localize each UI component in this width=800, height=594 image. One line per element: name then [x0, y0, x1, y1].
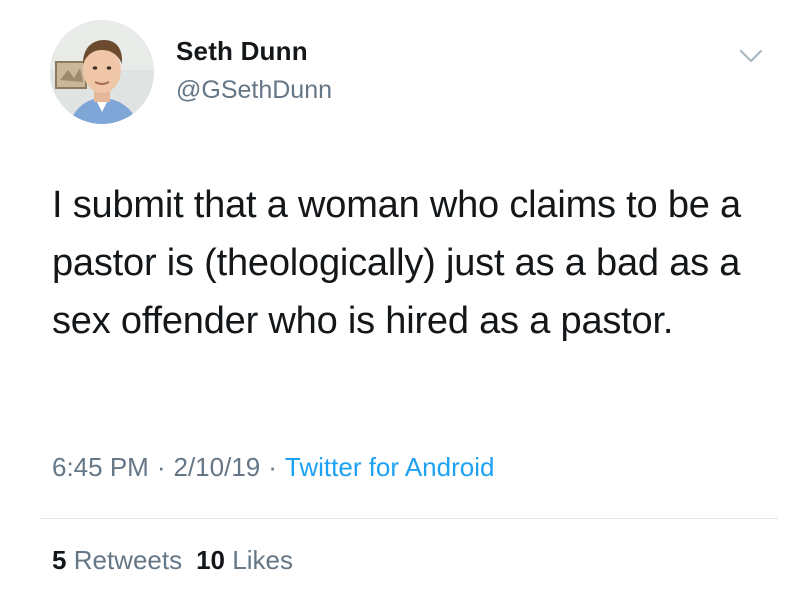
likes-label: Likes [232, 545, 293, 575]
likes-stat[interactable]: 10 Likes [196, 545, 293, 575]
tweet-text: I submit that a woman who claims to be a… [52, 184, 741, 342]
tweet-time[interactable]: 6:45 PM [52, 452, 149, 482]
tweet-date[interactable]: 2/10/19 [174, 452, 261, 482]
chevron-down-icon[interactable] [737, 46, 765, 66]
likes-count: 10 [196, 545, 226, 575]
user-handle[interactable]: @GSethDunn [176, 76, 332, 105]
tweet-source-link[interactable]: Twitter for Android [285, 452, 495, 482]
avatar-image [50, 20, 154, 124]
display-name[interactable]: Seth Dunn [176, 36, 308, 67]
retweets-count: 5 [52, 545, 67, 575]
tweet-stats: 5 Retweets 10 Likes [52, 545, 293, 576]
meta-separator: · [156, 452, 166, 482]
divider [40, 518, 778, 519]
avatar[interactable] [50, 20, 154, 124]
meta-separator: · [268, 452, 277, 482]
retweets-label: Retweets [73, 545, 183, 575]
tweet-meta: 6:45 PM · 2/10/19 · Twitter for Android [52, 452, 494, 483]
tweet-card: Seth Dunn @GSethDunn I submit that a wom… [0, 0, 800, 594]
retweets-stat[interactable]: 5 Retweets [52, 545, 182, 575]
